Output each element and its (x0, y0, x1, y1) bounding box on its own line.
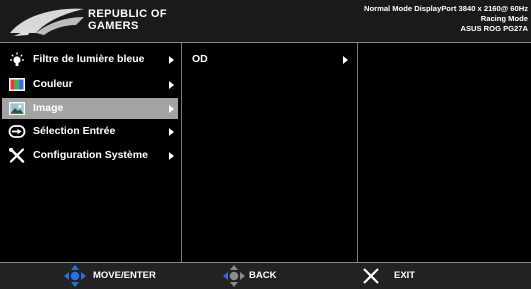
color-icon (9, 78, 25, 91)
menu-item-system-setup[interactable]: Configuration Système (2, 145, 178, 166)
menu-item-label: Sélection Entrée (33, 125, 116, 137)
chevron-right-icon (343, 56, 348, 64)
brand-line-2: GAMERS (88, 20, 139, 32)
menu-item-label: Image (33, 102, 64, 114)
menu-item-image[interactable]: Image (2, 98, 178, 119)
status-racing-mode: Racing Mode (480, 14, 528, 23)
chevron-right-icon (169, 128, 174, 136)
brand-line-1: REPUBLIC OF (88, 8, 167, 20)
exit-label: EXIT (394, 270, 416, 281)
chevron-right-icon (169, 152, 174, 160)
image-icon (9, 102, 25, 115)
menu-item-input-select[interactable]: Sélection Entrée (2, 121, 178, 142)
joystick-left-icon (223, 265, 245, 287)
move-enter-button[interactable]: MOVE/ENTER (64, 263, 174, 289)
chevron-right-icon (169, 56, 174, 64)
close-icon (363, 268, 379, 284)
wrench-screwdriver-icon (8, 148, 25, 163)
menu-item-blue-light-filter[interactable]: Filtre de lumière bleue (2, 49, 178, 70)
chevron-right-icon (169, 81, 174, 89)
back-button[interactable]: BACK (223, 263, 303, 289)
osd-menu: REPUBLIC OF GAMERS Normal Mode DisplayPo… (0, 0, 531, 289)
joystick-5way-icon (64, 265, 86, 287)
back-label: BACK (249, 270, 277, 281)
options-column (358, 42, 531, 262)
status-info: Normal Mode DisplayPort 3840 x 2160@ 60H… (364, 4, 528, 34)
header-bar: REPUBLIC OF GAMERS Normal Mode DisplayPo… (0, 0, 531, 43)
main-menu-column: Filtre de lumière bleue Couleur Image Sé… (0, 42, 182, 262)
footer-bar: MOVE/ENTER BACK EXIT (0, 262, 531, 289)
menu-item-label: Configuration Système (33, 149, 148, 161)
menu-item-label: Couleur (33, 78, 73, 90)
submenu-item-label: OD (192, 53, 208, 65)
bulb-icon (10, 52, 24, 66)
status-model: ASUS ROG PG27A (460, 24, 528, 33)
move-enter-label: MOVE/ENTER (93, 270, 156, 281)
brand-name: REPUBLIC OF GAMERS (88, 9, 167, 32)
input-icon (8, 125, 26, 138)
status-mode-line: Normal Mode DisplayPort 3840 x 2160@ 60H… (364, 4, 528, 13)
menu-item-color[interactable]: Couleur (2, 74, 178, 95)
exit-button[interactable]: EXIT (361, 263, 431, 289)
menu-item-label: Filtre de lumière bleue (33, 53, 145, 65)
chevron-right-icon (169, 105, 174, 113)
submenu-item-od[interactable]: OD (182, 49, 354, 70)
submenu-column: OD (182, 42, 358, 262)
